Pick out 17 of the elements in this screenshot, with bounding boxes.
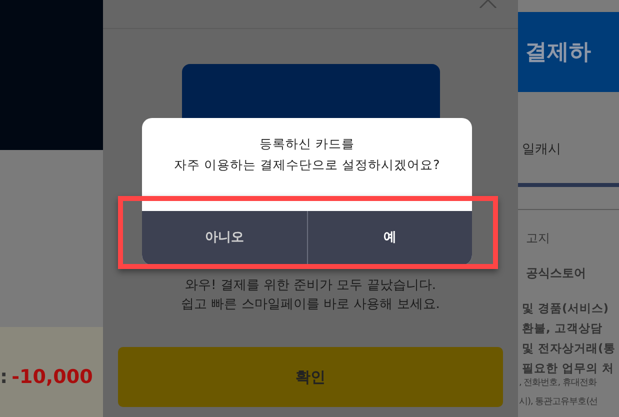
amount-value: -10,000 bbox=[12, 368, 93, 387]
confirm-button[interactable]: 확인 bbox=[118, 347, 503, 407]
dialog-button[interactable]: 예 bbox=[306, 211, 472, 265]
notice-text: 고지 bbox=[526, 230, 550, 247]
dialog-message: 등록하신 카드를 자주 이용하는 결제수단으로 설정하시겠어요? bbox=[173, 135, 441, 174]
terms-text: 환불, 고객상담 bbox=[522, 320, 602, 337]
dialog-button[interactable]: 아니오 bbox=[142, 211, 306, 265]
store-name: 공식스토어 bbox=[526, 265, 586, 282]
info-text: 시), 통관고유부호(선 bbox=[519, 396, 598, 409]
sheet-message: 와우! 결제를 위한 준비가 모두 끝났습니다. 쉽고 빠른 스마일페이를 바로 사용해 보세요. bbox=[180, 277, 441, 314]
pay-button[interactable]: 결제하 bbox=[518, 12, 619, 92]
info-text: , 전화번호, 휴대전화 bbox=[519, 377, 596, 390]
terms-text: 및 경품(서비스) bbox=[522, 300, 609, 317]
amount-label: : bbox=[0, 368, 8, 387]
terms-text: 및 전자상거래(통 bbox=[522, 340, 616, 357]
terms-text: 필요한 업무의 처 bbox=[522, 360, 614, 377]
tab-label[interactable]: 일캐시 bbox=[522, 140, 561, 160]
